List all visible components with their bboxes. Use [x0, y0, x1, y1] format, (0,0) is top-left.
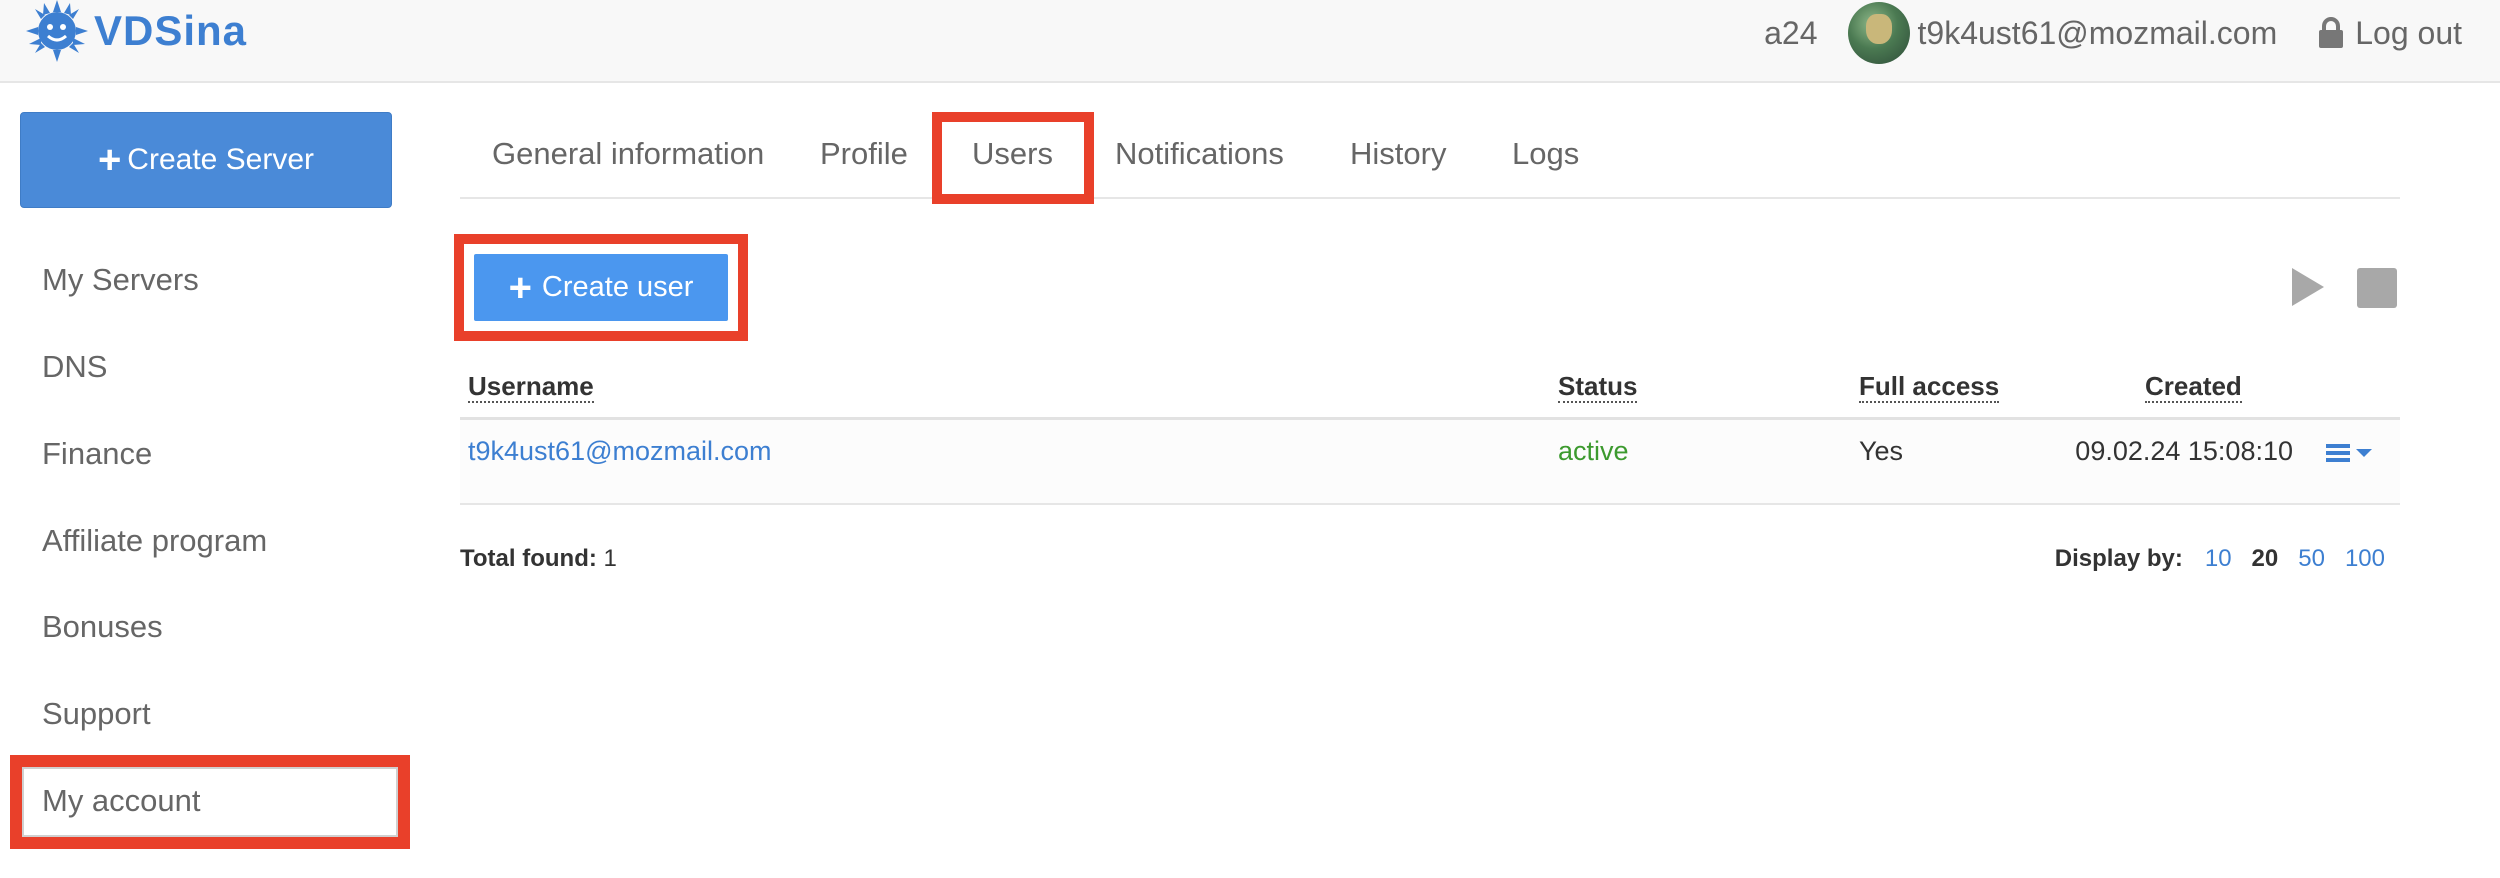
display-by-label: Display by: [2054, 545, 2183, 572]
sidebar-item-my-servers[interactable]: My Servers [42, 262, 199, 298]
logo-text: VDSina [94, 7, 248, 54]
create-server-label: Create Server [127, 143, 315, 176]
tab-notifications[interactable]: Notifications [1115, 136, 1284, 172]
sidebar-item-dns[interactable]: DNS [42, 349, 107, 385]
column-header-created[interactable]: Created [2145, 371, 2242, 403]
sidebar-item-my-account[interactable]: My account [42, 783, 201, 819]
total-found: Total found: 1 [460, 545, 617, 573]
cell-username[interactable]: t9k4ust61@mozmail.com [468, 434, 772, 468]
plus-icon: + [508, 265, 532, 310]
tab-general-information[interactable]: General information [492, 136, 764, 172]
logo[interactable]: VDSina [26, 0, 247, 62]
tabs-divider [460, 197, 2400, 199]
display-by-20[interactable]: 20 [2252, 545, 2279, 573]
top-header: VDSina a24 t9k4ust61@mozmail.com Log out [0, 0, 2500, 83]
sidebar-item-bonuses[interactable]: Bonuses [42, 609, 163, 645]
create-user-button[interactable]: + Create user [474, 254, 728, 321]
create-user-label: Create user [541, 271, 694, 303]
column-header-status[interactable]: Status [1558, 371, 1638, 403]
header-user-area: a24 t9k4ust61@mozmail.com Log out [1764, 0, 2462, 66]
plus-icon: + [97, 138, 122, 182]
sidebar-item-support[interactable]: Support [42, 696, 151, 732]
logout-button[interactable]: Log out [2317, 15, 2462, 52]
cell-full-access: Yes [1859, 436, 1904, 466]
display-by-10[interactable]: 10 [2205, 545, 2232, 573]
display-by: Display by: 10 20 50 100 [2055, 545, 2395, 573]
header-user-email[interactable]: t9k4ust61@mozmail.com [1918, 15, 2278, 52]
caret-down-icon [2356, 449, 2372, 457]
total-found-value: 1 [603, 545, 617, 572]
column-header-username[interactable]: Username [468, 371, 594, 403]
stop-icon[interactable] [2357, 268, 2397, 308]
tab-history[interactable]: History [1350, 136, 1446, 172]
display-by-100[interactable]: 100 [2345, 545, 2385, 573]
tariff-label[interactable]: a24 [1764, 15, 1817, 52]
cell-status: active [1558, 436, 1629, 466]
cell-created: 09.02.24 15:08:10 [2075, 436, 2293, 466]
menu-icon [2326, 444, 2350, 462]
avatar[interactable] [1847, 2, 1910, 64]
total-found-label: Total found: [460, 545, 597, 572]
play-icon[interactable] [2290, 266, 2326, 308]
column-header-full-access[interactable]: Full access [1859, 371, 2000, 403]
sidebar-item-affiliate-program[interactable]: Affiliate program [42, 523, 267, 559]
sun-mascot-icon [26, 0, 88, 62]
logout-label: Log out [2355, 14, 2462, 51]
create-server-button[interactable]: + Create Server [20, 112, 392, 208]
tab-users[interactable]: Users [972, 136, 1053, 172]
lock-icon [2319, 17, 2344, 48]
tab-logs[interactable]: Logs [1512, 136, 1579, 172]
sidebar-item-finance[interactable]: Finance [42, 436, 152, 472]
display-by-50[interactable]: 50 [2298, 545, 2325, 573]
create-user-highlight: + Create user [454, 234, 748, 341]
row-actions-menu[interactable] [2326, 441, 2378, 465]
tab-profile[interactable]: Profile [820, 136, 908, 172]
